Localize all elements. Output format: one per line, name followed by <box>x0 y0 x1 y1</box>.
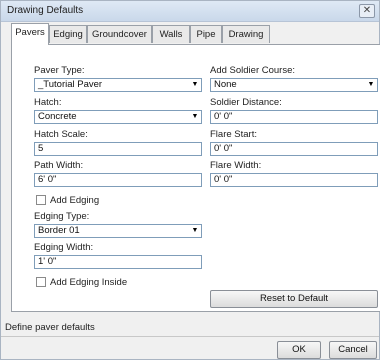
edging-width-input[interactable]: 1' 0" <box>34 255 202 269</box>
edging-type-dropdown[interactable]: Border 01 ▼ <box>34 224 202 238</box>
paver-type-dropdown[interactable]: _Tutorial Paver ▼ <box>34 78 202 92</box>
soldier-course-value: None <box>214 79 237 90</box>
drawing-defaults-dialog: Drawing Defaults ✕ Pavers Edging Groundc… <box>0 0 380 360</box>
chevron-down-icon[interactable]: ▼ <box>189 79 201 91</box>
soldier-course-label: Add Soldier Course: <box>210 65 296 76</box>
flare-start-input[interactable]: 0' 0" <box>210 142 378 156</box>
hatch-label: Hatch: <box>34 97 62 108</box>
pavers-panel: Paver Type: _Tutorial Paver ▼ Hatch: Con… <box>11 44 380 312</box>
soldier-course-dropdown[interactable]: None ▼ <box>210 78 378 92</box>
hatch-scale-input[interactable]: 5 <box>34 142 202 156</box>
edging-type-label: Edging Type: <box>34 211 90 222</box>
soldier-distance-label: Soldier Distance: <box>210 97 282 108</box>
hatch-value: Concrete <box>38 111 77 122</box>
cancel-button[interactable]: Cancel <box>329 341 377 359</box>
flare-width-label: Flare Width: <box>210 160 262 171</box>
tab-pipe[interactable]: Pipe <box>190 25 222 43</box>
tab-walls[interactable]: Walls <box>152 25 190 43</box>
close-button[interactable]: ✕ <box>359 4 375 18</box>
paver-type-value: _Tutorial Paver <box>38 79 103 90</box>
soldier-distance-input[interactable]: 0' 0" <box>210 110 378 124</box>
add-edging-inside-checkbox[interactable] <box>36 277 46 287</box>
tab-edging[interactable]: Edging <box>49 25 87 43</box>
ok-button[interactable]: OK <box>277 341 321 359</box>
flare-width-input[interactable]: 0' 0" <box>210 173 378 187</box>
path-width-input[interactable]: 6' 0" <box>34 173 202 187</box>
add-edging-inside-label: Add Edging Inside <box>50 277 128 288</box>
window-title: Drawing Defaults <box>7 5 84 16</box>
chevron-down-icon[interactable]: ▼ <box>365 79 377 91</box>
flare-start-label: Flare Start: <box>210 129 257 140</box>
divider <box>1 336 379 337</box>
reset-to-default-button[interactable]: Reset to Default <box>210 290 378 308</box>
tab-drawing[interactable]: Drawing <box>222 25 270 43</box>
title-bar: Drawing Defaults ✕ <box>1 1 379 22</box>
hatch-scale-label: Hatch Scale: <box>34 129 88 140</box>
hatch-dropdown[interactable]: Concrete ▼ <box>34 110 202 124</box>
tab-pavers[interactable]: Pavers <box>11 23 49 45</box>
paver-type-label: Paver Type: <box>34 65 85 76</box>
tab-groundcover[interactable]: Groundcover <box>87 25 152 43</box>
add-edging-label: Add Edging <box>50 195 100 206</box>
path-width-label: Path Width: <box>34 160 84 171</box>
edging-width-label: Edging Width: <box>34 242 94 253</box>
chevron-down-icon[interactable]: ▼ <box>189 225 201 237</box>
add-edging-checkbox[interactable] <box>36 195 46 205</box>
chevron-down-icon[interactable]: ▼ <box>189 111 201 123</box>
status-text: Define paver defaults <box>5 322 95 333</box>
edging-type-value: Border 01 <box>38 225 80 236</box>
